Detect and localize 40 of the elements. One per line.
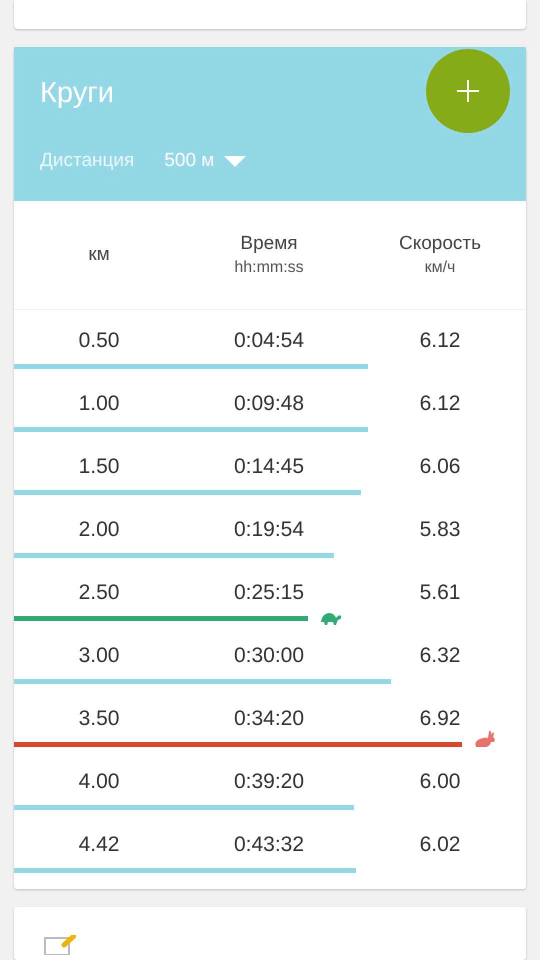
time-cell: 0:04:54	[234, 329, 304, 353]
speed-cell: 6.92	[420, 707, 460, 731]
plus-icon	[457, 80, 479, 102]
distance-cell: 1.50	[78, 455, 120, 479]
column-unit: км/ч	[424, 259, 456, 277]
distance-cell: 3.00	[78, 644, 120, 668]
distance-label: Дистанция	[40, 150, 134, 172]
speed-cell: 5.83	[420, 518, 460, 542]
speed-cell: 6.02	[420, 833, 460, 857]
distance-cell: 0.50	[78, 329, 120, 353]
speed-cell: 5.61	[420, 581, 460, 605]
time-cell: 0:19:54	[234, 518, 304, 542]
time-cell: 0:34:20	[234, 707, 304, 731]
distance-cell: 1.00	[78, 392, 120, 416]
distance-cell: 2.50	[78, 581, 120, 605]
speed-cell: 6.32	[420, 644, 460, 668]
time-cell: 0:09:48	[234, 392, 304, 416]
column-header: Скорость	[398, 233, 482, 255]
turtle-icon	[320, 610, 342, 626]
speed-cell: 6.06	[420, 455, 460, 479]
speed-cell: 6.12	[420, 392, 460, 416]
time-cell: 0:25:15	[234, 581, 304, 605]
time-cell: 0:43:32	[234, 833, 304, 857]
distance-dropdown[interactable]: 500 м	[164, 150, 246, 172]
distance-cell: 2.00	[78, 518, 120, 542]
time-cell: 0:14:45	[234, 455, 304, 479]
caret-icon	[224, 156, 246, 166]
column-header: км	[88, 244, 110, 266]
speed-cell: 6.00	[420, 770, 460, 794]
notepad-icon	[44, 935, 76, 955]
card-title: Круги	[40, 77, 114, 110]
time-cell: 0:39:20	[234, 770, 304, 794]
column-header: Время	[240, 233, 298, 255]
time-cell: 0:30:00	[234, 644, 304, 668]
column-unit: hh:mm:ss	[234, 259, 304, 277]
speed-cell: 6.12	[420, 329, 460, 353]
rabbit-icon	[474, 729, 496, 749]
distance-cell: 3.50	[78, 707, 120, 731]
distance-cell: 4.00	[78, 770, 120, 794]
distance-cell: 4.42	[78, 833, 120, 857]
